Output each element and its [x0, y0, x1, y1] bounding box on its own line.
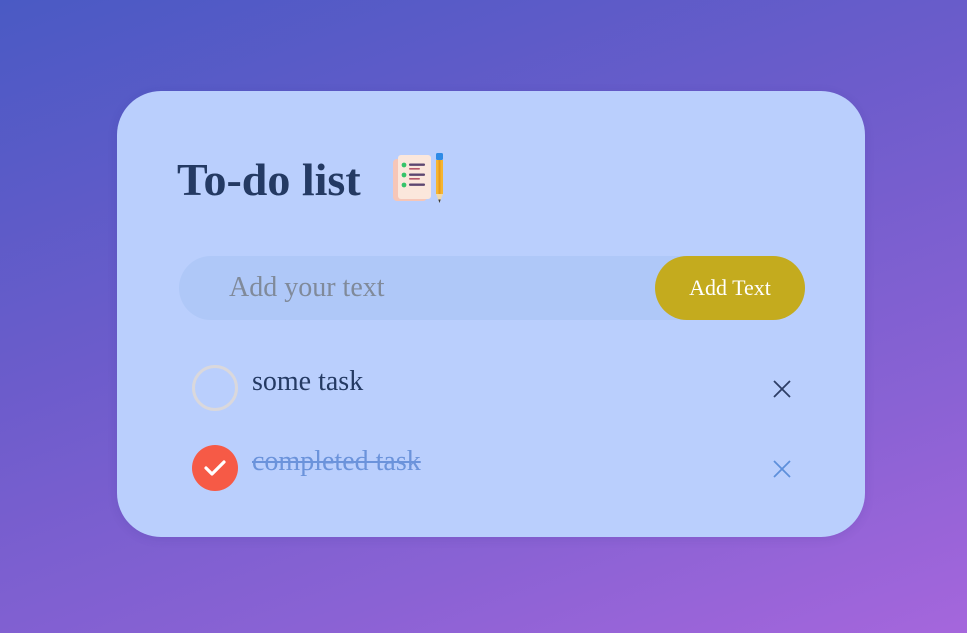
header: To-do list [177, 153, 449, 207]
task-input[interactable] [179, 256, 649, 320]
close-icon[interactable] [770, 377, 794, 401]
checkbox-unchecked[interactable] [192, 365, 238, 411]
list-item: completed task [192, 443, 802, 523]
add-text-button[interactable]: Add Text [655, 256, 805, 320]
checkbox-checked[interactable] [192, 445, 238, 491]
add-task-form: Add Text [179, 256, 805, 320]
notebook-pencil-icon [391, 153, 449, 207]
task-list: some task completed task [192, 363, 802, 523]
task-text[interactable]: completed task [252, 446, 421, 478]
task-text[interactable]: some task [252, 366, 363, 398]
todo-card: To-do list Add your text Add Text some t… [117, 91, 865, 537]
list-item: some task [192, 363, 802, 443]
page-title: To-do list [177, 154, 361, 205]
checkmark-icon [204, 460, 226, 476]
close-icon[interactable] [770, 457, 794, 481]
